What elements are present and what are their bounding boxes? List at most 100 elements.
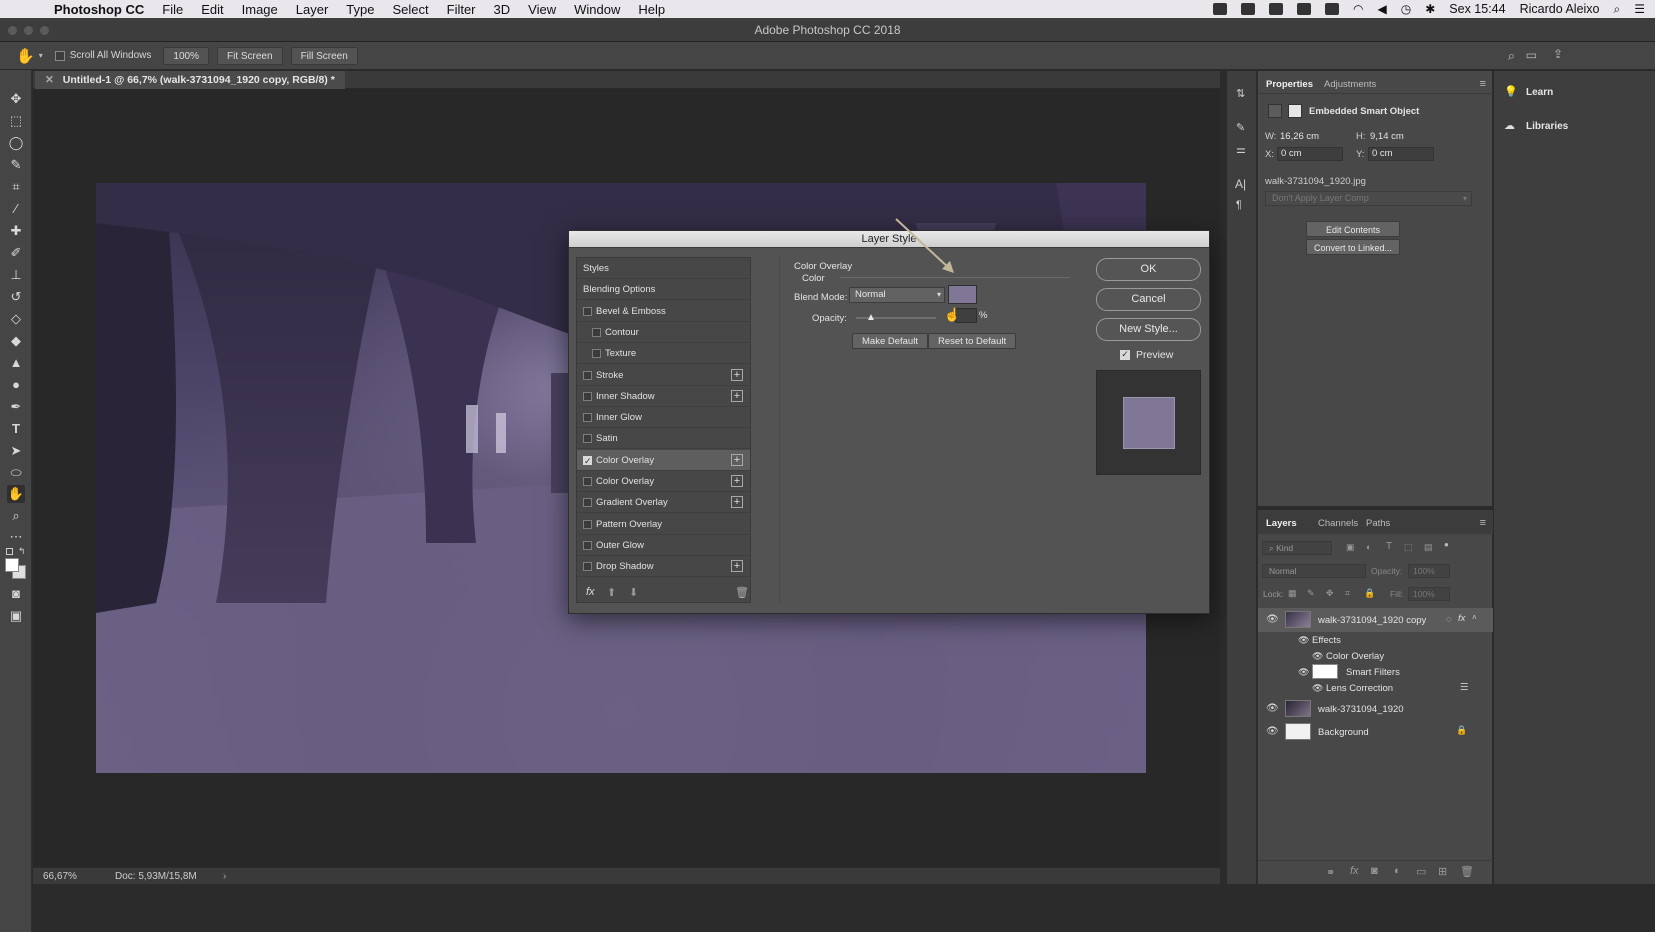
style-checkbox[interactable]: [583, 562, 592, 572]
paragraph-panel-icon[interactable]: ¶: [1236, 199, 1242, 211]
lock-position-icon[interactable]: ✥: [1326, 588, 1334, 599]
style-row-gradient-overlay[interactable]: Gradient Overlay +: [577, 492, 750, 514]
add-effect-icon[interactable]: +: [731, 368, 743, 381]
style-checkbox[interactable]: [583, 519, 592, 529]
style-row-outer-glow[interactable]: Outer Glow: [577, 535, 750, 556]
add-mask-icon[interactable]: ◙: [1371, 865, 1378, 877]
menu-filter[interactable]: Filter: [447, 2, 476, 17]
add-style-icon[interactable]: fx: [1350, 865, 1359, 877]
x-field[interactable]: 0 cm: [1277, 147, 1343, 161]
time-machine-icon[interactable]: ◷: [1401, 2, 1411, 16]
h-value[interactable]: 9,14 cm: [1370, 131, 1404, 142]
ellipse-tool-icon[interactable]: ⬭: [7, 464, 25, 482]
document-tab[interactable]: ✕ Untitled-1 @ 66,7% (walk-3731094_1920 …: [35, 71, 345, 89]
foreground-color-swatch[interactable]: [5, 558, 19, 572]
hand-tool-icon[interactable]: ✋: [16, 47, 35, 65]
visibility-eye-icon[interactable]: 👁: [1266, 704, 1279, 714]
eraser-tool-icon[interactable]: ◇: [7, 310, 25, 328]
filter-shape-icon[interactable]: ⬚: [1404, 542, 1413, 553]
opacity-slider-thumb[interactable]: ▲: [866, 312, 876, 323]
creative-cloud-icon[interactable]: [1297, 3, 1312, 15]
tab-properties[interactable]: Properties: [1266, 79, 1313, 90]
move-down-icon[interactable]: ⬇: [629, 586, 638, 599]
status-arrow-icon[interactable]: ›: [223, 868, 226, 885]
menu-layer[interactable]: Layer: [296, 2, 329, 17]
move-up-icon[interactable]: ⬆: [607, 586, 616, 599]
character-panel-icon[interactable]: A|: [1235, 177, 1246, 191]
filter-options-icon[interactable]: ☰: [1460, 682, 1469, 693]
marquee-tool-icon[interactable]: ⬚: [7, 112, 25, 130]
style-checkbox[interactable]: [583, 391, 592, 401]
menu-type[interactable]: Type: [346, 2, 374, 17]
brush-tool-icon[interactable]: ✐: [7, 244, 25, 262]
spotlight-search-icon[interactable]: ⌕: [1614, 2, 1621, 17]
make-default-button[interactable]: Make Default: [852, 333, 928, 349]
style-row-inner-shadow[interactable]: Inner Shadow +: [577, 386, 750, 407]
menu-view[interactable]: View: [528, 2, 556, 17]
menu-help[interactable]: Help: [638, 2, 665, 17]
lock-artboard-icon[interactable]: ⌗: [1345, 588, 1350, 599]
hand-tool-active-icon[interactable]: ✋: [7, 485, 25, 503]
quick-mask-icon[interactable]: ◙: [7, 585, 25, 603]
panel-menu-icon[interactable]: ≡: [1480, 517, 1486, 529]
visibility-eye-icon[interactable]: 👁: [1266, 727, 1279, 737]
fill-field[interactable]: 100%: [1408, 587, 1450, 601]
filter-mask-thumbnail[interactable]: [1312, 664, 1338, 679]
style-row-blending-options[interactable]: Blending Options: [577, 279, 750, 301]
workspace-icon[interactable]: ▭: [1526, 48, 1537, 62]
y-field[interactable]: 0 cm: [1368, 147, 1434, 161]
visibility-eye-icon[interactable]: 👁: [1312, 683, 1323, 694]
fx-icon[interactable]: fx: [586, 586, 595, 598]
menu-3d[interactable]: 3D: [494, 2, 511, 17]
layer-comp-select[interactable]: Don't Apply Layer Comp ▾: [1265, 191, 1472, 206]
dropbox-icon[interactable]: [1241, 3, 1256, 15]
reset-to-default-button[interactable]: Reset to Default: [928, 333, 1017, 349]
swap-colors-icon[interactable]: ↰: [18, 546, 26, 557]
style-row-texture[interactable]: Texture: [577, 343, 750, 365]
opacity-field[interactable]: 100%: [1408, 564, 1450, 578]
clock[interactable]: Sex 15:44: [1449, 2, 1505, 16]
lens-correction-row[interactable]: 👁 Lens Correction ☰: [1258, 680, 1493, 697]
style-checkbox[interactable]: [583, 413, 592, 423]
delete-layer-icon[interactable]: 🗑: [1460, 865, 1474, 878]
path-selection-tool-icon[interactable]: ➤: [7, 442, 25, 460]
default-colors-icon[interactable]: [6, 548, 13, 555]
adjustments-panel-icon[interactable]: ⚌: [1236, 143, 1246, 156]
fx-icon[interactable]: fx: [1458, 613, 1465, 624]
zoom-window-icon[interactable]: [40, 26, 49, 35]
more-tools-icon[interactable]: ⋯: [7, 528, 25, 546]
filter-toggle-icon[interactable]: ●: [1444, 540, 1449, 549]
new-layer-icon[interactable]: ⊞: [1438, 865, 1447, 878]
healing-brush-tool-icon[interactable]: ✚: [7, 222, 25, 240]
style-row-color-overlay[interactable]: Color Overlay +: [577, 471, 750, 492]
pen-tool-icon[interactable]: ✒: [7, 398, 25, 416]
w-value[interactable]: 16,26 cm: [1280, 131, 1319, 142]
history-panel-icon[interactable]: ⇅: [1236, 87, 1245, 100]
trash-icon[interactable]: 🗑: [735, 586, 749, 599]
volume-icon[interactable]: ◀: [1378, 2, 1387, 16]
layer-row-original[interactable]: 👁 walk-3731094_1920: [1258, 697, 1493, 721]
new-style-button[interactable]: New Style...: [1096, 318, 1201, 341]
learn-item[interactable]: 💡 Learn: [1494, 81, 1655, 107]
libraries-item[interactable]: ☁ Libraries: [1494, 115, 1655, 141]
collapse-icon[interactable]: ˄: [1472, 613, 1477, 622]
style-checkbox[interactable]: [583, 306, 592, 316]
add-effect-icon[interactable]: +: [731, 496, 743, 509]
close-tab-icon[interactable]: ✕: [45, 74, 54, 86]
search-icon[interactable]: ⌕: [1508, 48, 1515, 64]
tab-paths[interactable]: Paths: [1366, 518, 1390, 529]
preview-checkbox[interactable]: ✓: [1120, 350, 1130, 360]
style-row-drop-shadow[interactable]: Drop Shadow +: [577, 556, 750, 578]
layer-row-background[interactable]: 👁 Background 🔒: [1258, 720, 1493, 744]
layer-row-copy[interactable]: 👁 walk-3731094_1920 copy ◌ fx ˄: [1258, 608, 1493, 632]
style-checkbox[interactable]: [583, 498, 592, 508]
visibility-eye-icon[interactable]: 👁: [1266, 615, 1279, 625]
lasso-tool-icon[interactable]: ◯: [7, 134, 25, 152]
history-brush-tool-icon[interactable]: ↺: [7, 288, 25, 306]
zoom-level[interactable]: 66,67%: [43, 868, 77, 885]
layer-name[interactable]: walk-3731094_1920 copy: [1318, 615, 1426, 626]
cancel-button[interactable]: Cancel: [1096, 288, 1201, 311]
filter-adjustment-icon[interactable]: ◐: [1366, 542, 1371, 552]
menu-select[interactable]: Select: [392, 2, 428, 17]
app-menu[interactable]: Photoshop CC: [54, 2, 144, 17]
